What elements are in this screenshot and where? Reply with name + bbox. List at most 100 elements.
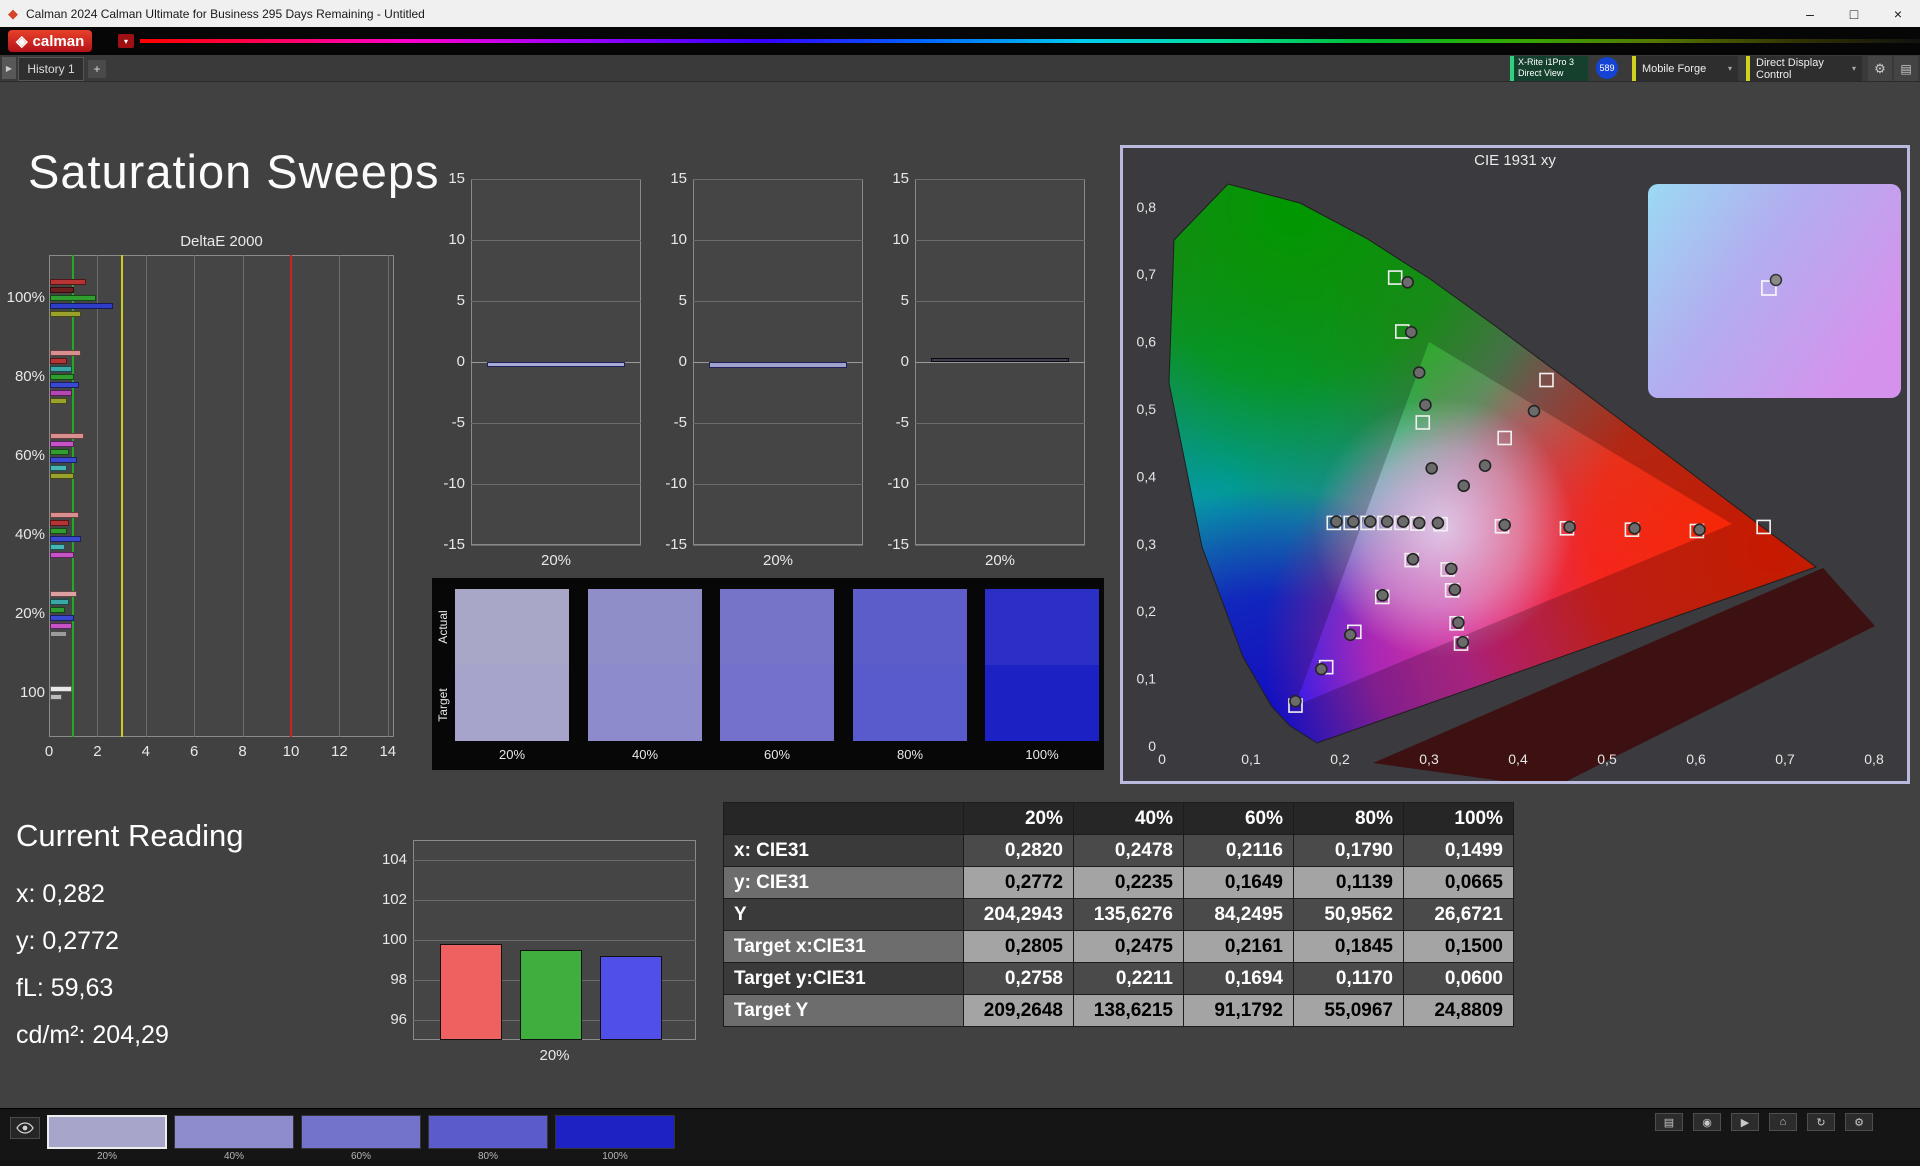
level-swatch-80%[interactable] xyxy=(428,1115,548,1149)
source-select[interactable]: Mobile Forge ▾ xyxy=(1632,56,1738,81)
deltae-gridline xyxy=(194,255,196,737)
swatch-level-label: 60% xyxy=(763,747,791,762)
app-icon: ◆ xyxy=(8,5,18,21)
delta-gridline xyxy=(471,240,641,241)
delta-y-tick-label: -15 xyxy=(665,536,687,553)
settings-gear-button[interactable]: ⚙ xyxy=(1868,56,1892,81)
cie-measured-marker xyxy=(1315,662,1328,676)
delta-gridline xyxy=(915,423,1085,424)
cie-measured-marker xyxy=(1401,275,1414,289)
deltae-bar xyxy=(50,433,84,439)
cie-measured-marker xyxy=(1396,515,1410,528)
table-cell: 0,0665 xyxy=(1403,866,1514,899)
table-row-label: Y xyxy=(723,898,964,931)
level-swatch-100%[interactable] xyxy=(555,1115,675,1149)
camera-icon[interactable]: ◉ xyxy=(1693,1113,1721,1131)
cie-measured-marker xyxy=(1457,479,1471,493)
rgb-bar-green xyxy=(520,950,582,1040)
tab-history-1[interactable]: History 1 xyxy=(18,57,84,81)
delta-gridline xyxy=(693,545,863,546)
delta-y-tick-label: 15 xyxy=(892,170,909,187)
level-swatch-label: 100% xyxy=(602,1151,628,1162)
minimize-button[interactable]: – xyxy=(1788,0,1832,27)
delta-gridline xyxy=(915,484,1085,485)
delta-gridline xyxy=(693,179,863,180)
table-row: Y 204,2943 135,6276 84,2495 50,9562 26,6721 xyxy=(723,898,1514,931)
table-row-label: Target x:CIE31 xyxy=(723,930,964,963)
rgb-y-tick-label: 96 xyxy=(390,1011,407,1028)
eye-icon xyxy=(16,1122,34,1134)
deltae-bar xyxy=(50,694,63,700)
cie-measured-marker xyxy=(1330,515,1343,528)
calman-logo[interactable]: ◈ calman xyxy=(8,30,93,52)
add-tab-button[interactable]: + xyxy=(88,60,106,78)
deltae-bar xyxy=(50,623,72,629)
deltae-bar xyxy=(50,382,80,388)
deltae-bar xyxy=(50,552,75,558)
deltae-bar xyxy=(50,449,70,455)
refresh-icon[interactable]: ↻ xyxy=(1807,1113,1835,1131)
logo-menu-dropdown[interactable]: ▾ xyxy=(118,34,134,48)
level-swatch-label: 40% xyxy=(223,1151,244,1162)
display-control-select[interactable]: Direct Display Control ▾ xyxy=(1746,56,1862,81)
chevron-down-icon: ▾ xyxy=(1727,64,1732,73)
table-cell: 84,2495 xyxy=(1183,898,1294,931)
monitor-icon[interactable]: ▤ xyxy=(1655,1113,1683,1131)
deltae-y-tick-label: 20% xyxy=(14,605,45,622)
table-cell: 0,0600 xyxy=(1403,962,1514,995)
cie-chromaticity-chart: 0 0,1 0,2 0,3 0,4 0,5 0,6 0,7 0,8 0 0,1 0,2 0,3 0,4 0,… xyxy=(1137,183,1901,781)
calman-application: ◆ Calman 2024 Calman Ultimate for Busine… xyxy=(0,0,1920,1166)
table-header-cell: 20% xyxy=(963,802,1074,835)
table-cell: 0,2478 xyxy=(1073,834,1184,867)
close-button[interactable]: × xyxy=(1876,0,1920,27)
source-label: Mobile Forge xyxy=(1642,62,1707,75)
table-cell: 0,2475 xyxy=(1073,930,1184,963)
swatch-actual xyxy=(588,589,702,665)
brand-bar: ◈ calman ▾ xyxy=(0,27,1920,55)
gear-icon[interactable]: ⚙ xyxy=(1845,1113,1873,1131)
cie-measured-marker xyxy=(1363,515,1377,528)
table-cell: 24,8809 xyxy=(1403,994,1514,1027)
delta-gridline xyxy=(471,423,641,424)
level-swatch-60%[interactable] xyxy=(301,1115,421,1149)
deltae-plot-area xyxy=(49,255,394,737)
home-icon[interactable]: ⌂ xyxy=(1769,1113,1797,1131)
level-swatch-40%[interactable] xyxy=(174,1115,294,1149)
delta-y-tick-label: 15 xyxy=(670,170,687,187)
expand-panel-button[interactable]: ▶ xyxy=(2,57,16,79)
deltae-bar xyxy=(50,686,72,692)
play-icon[interactable]: ▶ xyxy=(1731,1113,1759,1131)
table-cell: 0,2116 xyxy=(1183,834,1294,867)
bottom-navigation-bar: ◀ Back Next ▶ ⚙ 20%40%60%80%100%▤◉▶⌂↻⚙ xyxy=(0,1108,1920,1166)
current-reading-heading: Current Reading xyxy=(16,818,244,853)
cie-measured-marker xyxy=(1478,459,1492,472)
table-cell: 0,2805 xyxy=(963,930,1074,963)
rgb-gridline xyxy=(413,940,696,941)
cie-measured-marker xyxy=(1527,404,1541,418)
level-swatch-20%[interactable] xyxy=(47,1115,167,1149)
rgb-bar-blue xyxy=(600,956,662,1040)
deltae-bar xyxy=(50,398,67,404)
meter-connection-button[interactable]: X-Rite i1Pro 3 Direct View xyxy=(1510,56,1588,81)
meter-mode: Direct View xyxy=(1518,68,1564,78)
deltae-bar xyxy=(50,358,67,364)
preview-eye-button[interactable] xyxy=(10,1117,40,1139)
deltae-bar xyxy=(50,520,70,526)
cie-measured-marker xyxy=(1452,616,1465,629)
table-row: y: CIE31 0,2772 0,2235 0,1649 0,1139 0,0665 xyxy=(723,866,1514,899)
deltae-bar xyxy=(50,457,77,463)
cie-measured-marker xyxy=(1456,635,1470,649)
layout-panel-button[interactable]: ▤ xyxy=(1894,56,1918,81)
delta-y-tick-label: 15 xyxy=(448,170,465,187)
deltae-bar xyxy=(50,591,77,597)
deltae-bar xyxy=(50,631,67,637)
deltae-bar xyxy=(50,374,75,380)
delta-y-tick-label: -15 xyxy=(887,536,909,553)
delta-y-tick-label: -10 xyxy=(887,475,909,492)
deltae-bar xyxy=(50,544,65,550)
cie-y-tick-label: 0,5 xyxy=(1137,401,1157,417)
delta-gridline xyxy=(915,545,1085,546)
maximize-button[interactable]: □ xyxy=(1832,0,1876,27)
table-cell: 0,2820 xyxy=(963,834,1074,867)
deltae-bar xyxy=(50,536,82,542)
